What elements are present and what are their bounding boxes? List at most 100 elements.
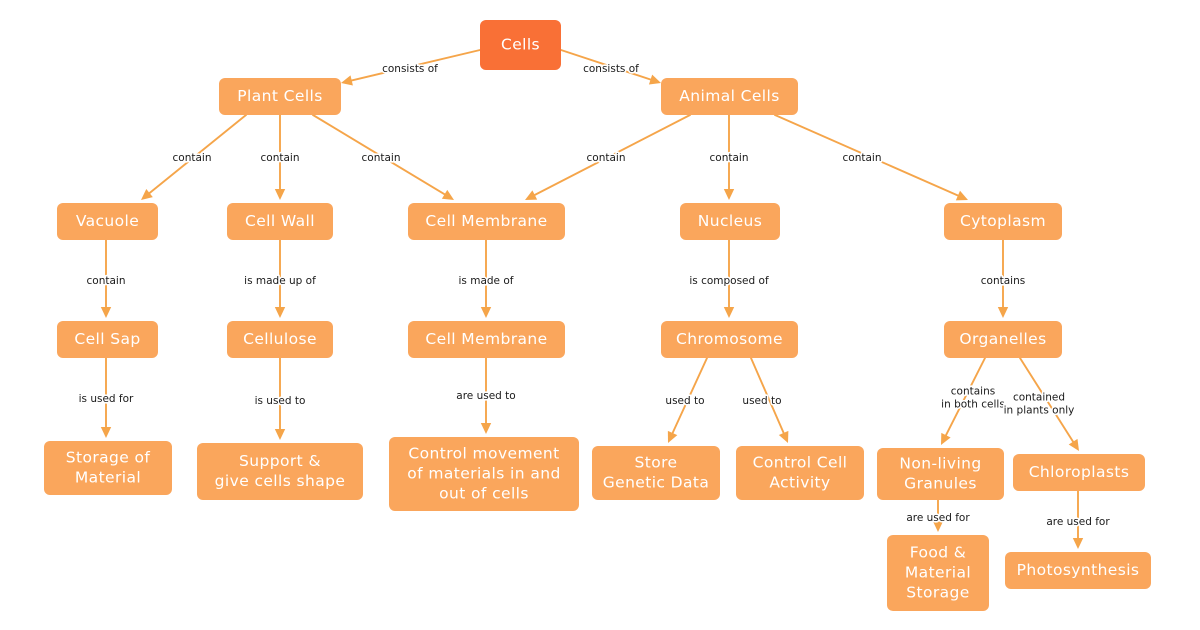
edge-cells-to-animal_cells — [560, 49, 661, 85]
node-box[interactable] — [219, 78, 341, 115]
svg-text:contains: contains — [951, 386, 995, 398]
node-non_living[interactable]: Non-livingGranules — [877, 448, 1004, 500]
node-box[interactable] — [592, 446, 720, 500]
node-control_activity[interactable]: Control CellActivity — [736, 446, 864, 500]
edge-label-e19: containsin both cells — [941, 386, 1005, 411]
node-cellulose[interactable]: Cellulose — [227, 321, 333, 358]
node-cell_wall[interactable]: Cell Wall — [227, 203, 333, 240]
edge-arrowhead-icon — [1072, 538, 1084, 549]
edge-arrowhead-icon — [932, 521, 944, 532]
node-control_movement[interactable]: Control movementof materials in andout o… — [389, 437, 579, 511]
node-chloroplasts[interactable]: Chloroplasts — [1013, 454, 1145, 491]
edge-plant_cells-to-cell_wall — [274, 114, 286, 200]
node-box[interactable] — [227, 321, 333, 358]
node-box[interactable] — [877, 448, 1004, 500]
edge-organelles-to-non_living — [941, 357, 986, 445]
node-box[interactable] — [1013, 454, 1145, 491]
node-cell_membrane_1[interactable]: Cell Membrane — [408, 203, 565, 240]
node-organelles[interactable]: Organelles — [944, 321, 1062, 358]
edge-line — [560, 49, 653, 81]
edge-nucleus-to-chromosome — [723, 239, 735, 318]
edge-cell_sap-to-storage_material — [100, 357, 112, 438]
edge-label-halo: containsin both cells — [940, 384, 1007, 412]
node-store_genetic[interactable]: StoreGenetic Data — [592, 446, 720, 500]
edge-line — [944, 357, 986, 438]
edge-arrowhead-icon — [723, 189, 735, 200]
edge-label-text: in both cells — [941, 399, 1005, 411]
node-box[interactable] — [197, 443, 363, 500]
svg-text:used to: used to — [742, 395, 781, 407]
edge-cytoplasm-to-organelles — [997, 239, 1009, 318]
node-box[interactable] — [408, 321, 565, 358]
node-box[interactable] — [389, 437, 579, 511]
edge-arrowhead-icon — [100, 307, 112, 318]
concept-map-svg: consists ofconsists of consists ofconsist… — [44, 20, 1151, 611]
node-support_shape[interactable]: Support &give cells shape — [197, 443, 363, 500]
node-cell_membrane_2[interactable]: Cell Membrane — [408, 321, 565, 358]
edge-label-halo: contain — [360, 150, 402, 165]
edge-label-text: contain — [362, 152, 401, 164]
edge-arrowhead-icon — [274, 429, 286, 440]
node-box[interactable] — [736, 446, 864, 500]
node-cytoplasm[interactable]: Cytoplasm — [944, 203, 1062, 240]
node-storage_material[interactable]: Storage ofMaterial — [44, 441, 172, 495]
node-nucleus[interactable]: Nucleus — [680, 203, 780, 240]
edge-cellulose-to-support_shape — [274, 357, 286, 440]
node-chromosome[interactable]: Chromosome — [661, 321, 798, 358]
edge-line — [349, 49, 481, 82]
node-box[interactable] — [680, 203, 780, 240]
edge-label-halo: used to — [741, 393, 783, 408]
node-box[interactable] — [408, 203, 565, 240]
edge-cell_membrane_2-to-control_movement — [480, 357, 492, 434]
edge-arrowhead-icon — [441, 189, 454, 200]
node-box[interactable] — [44, 441, 172, 495]
node-box[interactable] — [57, 321, 158, 358]
edge-arrowhead-icon — [997, 307, 1009, 318]
edge-cells-to-plant_cells — [341, 49, 481, 86]
node-box[interactable] — [661, 78, 798, 115]
edge-label-e1: consists of — [382, 63, 438, 75]
edge-arrowhead-icon — [480, 423, 492, 434]
node-photosynthesis[interactable]: Photosynthesis — [1005, 552, 1151, 589]
node-box[interactable] — [944, 203, 1062, 240]
edge-line — [147, 114, 247, 195]
edge-chromosome-to-store_genetic — [667, 357, 708, 443]
edge-plant_cells-to-cell_membrane_1 — [312, 114, 454, 200]
edge-chloroplasts-to-photosynthesis — [1072, 490, 1084, 549]
node-plant_cells[interactable]: Plant Cells — [219, 78, 341, 115]
node-box[interactable] — [661, 321, 798, 358]
edge-chromosome-to-control_activity — [750, 357, 789, 443]
edge-animal_cells-to-cytoplasm — [774, 114, 968, 201]
svg-text:consists of: consists of — [382, 63, 438, 75]
edge-arrowhead-icon — [274, 307, 286, 318]
edge-arrowhead-icon — [648, 74, 661, 85]
edge-label-e5: contain — [362, 152, 401, 164]
edge-arrowhead-icon — [341, 75, 353, 86]
node-box[interactable] — [887, 535, 989, 611]
node-box[interactable] — [227, 203, 333, 240]
edge-line — [532, 114, 691, 197]
edge-label-text: contained — [1013, 392, 1065, 404]
node-food_storage[interactable]: Food &MaterialStorage — [887, 535, 989, 611]
edge-arrowhead-icon — [723, 307, 735, 318]
node-cell_sap[interactable]: Cell Sap — [57, 321, 158, 358]
svg-text:in plants only: in plants only — [1004, 405, 1075, 417]
edge-arrowhead-icon — [100, 427, 112, 438]
edge-label-text: used to — [742, 395, 781, 407]
svg-text:contained: contained — [1013, 392, 1065, 404]
node-animal_cells[interactable]: Animal Cells — [661, 78, 798, 115]
edge-animal_cells-to-cell_membrane_1 — [525, 114, 691, 200]
edge-label-e20: containedin plants only — [1004, 392, 1075, 417]
edge-animal_cells-to-nucleus — [723, 114, 735, 200]
node-box[interactable] — [1005, 552, 1151, 589]
node-box[interactable] — [480, 20, 561, 70]
edge-label-text: consists of — [382, 63, 438, 75]
edge-label-text: contains — [951, 386, 995, 398]
edge-arrowhead-icon — [480, 307, 492, 318]
edge-arrowhead-icon — [274, 189, 286, 200]
node-box[interactable] — [944, 321, 1062, 358]
node-vacuole[interactable]: Vacuole — [57, 203, 158, 240]
node-box[interactable] — [57, 203, 158, 240]
svg-text:in both cells: in both cells — [941, 399, 1005, 411]
node-cells[interactable]: Cells — [480, 20, 561, 70]
